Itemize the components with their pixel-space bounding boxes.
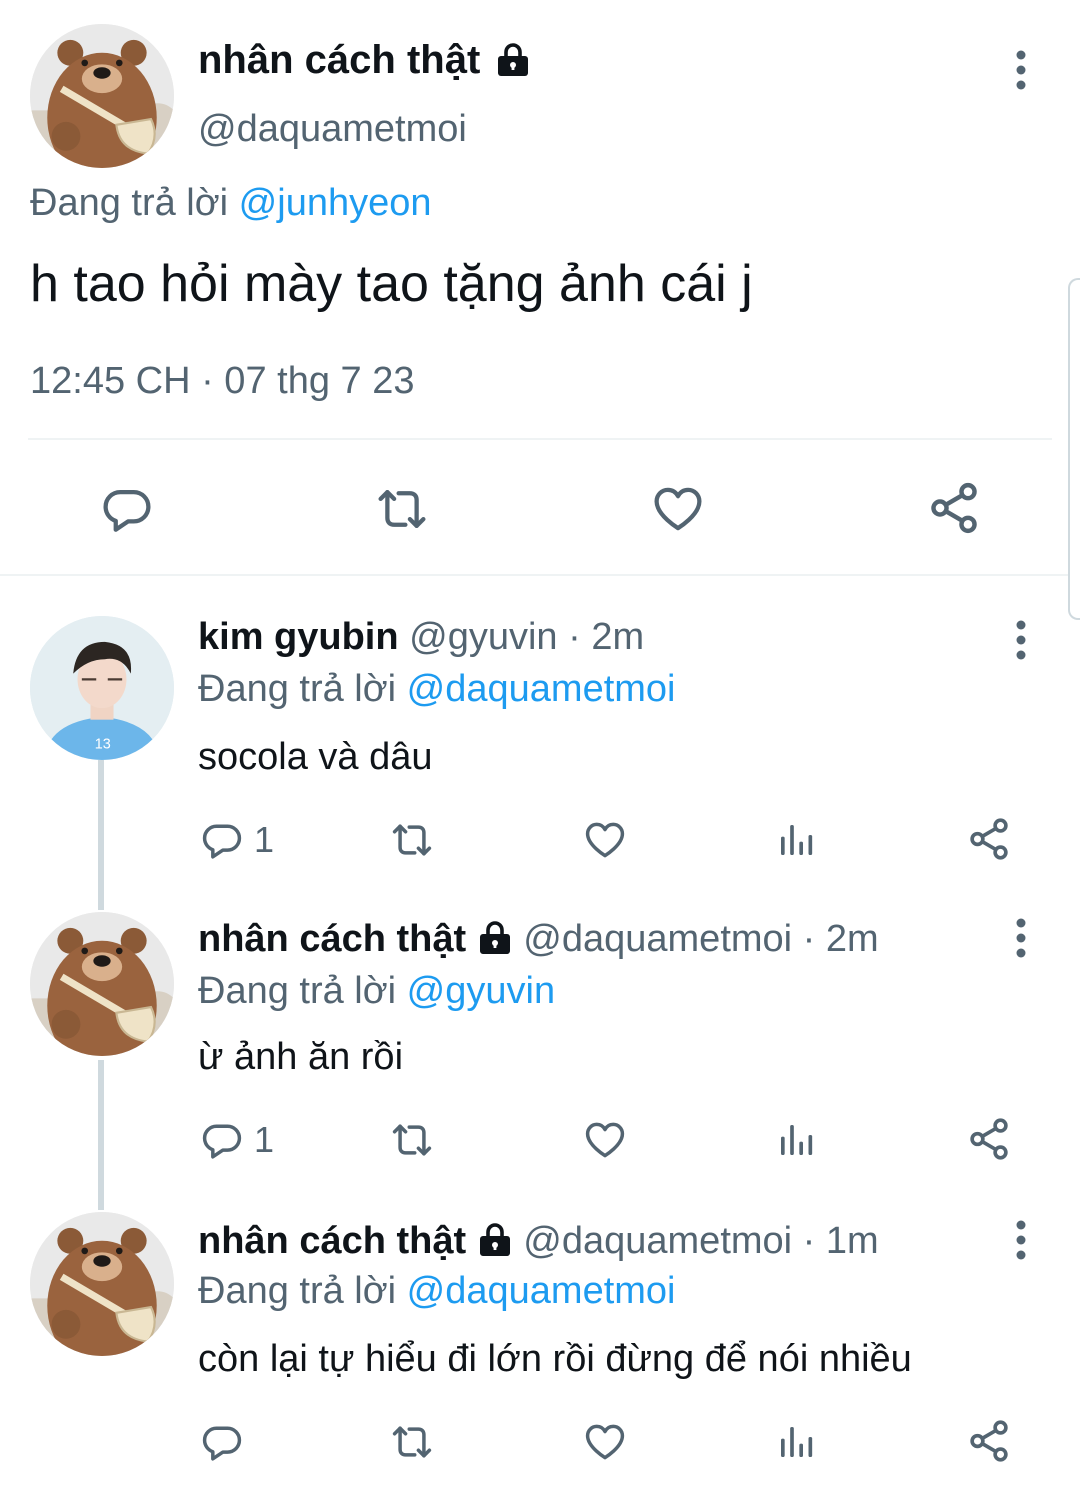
divider bbox=[28, 438, 1052, 440]
display-name[interactable]: nhân cách thật bbox=[198, 38, 480, 82]
views-icon[interactable] bbox=[776, 818, 816, 862]
user-handle[interactable]: @daquametmoi bbox=[198, 108, 467, 151]
views-icon[interactable] bbox=[776, 1420, 816, 1464]
replying-to-line: Đang trả lời @daquametmoi bbox=[198, 1270, 676, 1313]
more-options-icon[interactable] bbox=[1014, 620, 1028, 660]
avatar[interactable] bbox=[30, 1212, 174, 1356]
share-icon[interactable] bbox=[966, 1116, 1012, 1162]
retweet-icon[interactable] bbox=[372, 482, 432, 536]
reply-action[interactable]: 1 bbox=[200, 818, 274, 862]
reply-time[interactable]: · 2m bbox=[568, 616, 644, 658]
lock-icon bbox=[477, 1221, 513, 1257]
retweet-icon[interactable] bbox=[388, 1420, 436, 1464]
reply-author-row[interactable]: kim gyubin @gyuvin · 2m bbox=[198, 616, 644, 659]
display-name[interactable]: nhân cách thật bbox=[198, 918, 466, 960]
tweet-text: còn lại tự hiểu đi lớn rồi đừng để nói n… bbox=[198, 1338, 912, 1380]
replying-to-label: Đang trả lời bbox=[30, 182, 229, 224]
divider bbox=[0, 574, 1080, 576]
lock-icon bbox=[495, 41, 531, 77]
reply-action[interactable]: 1 bbox=[200, 1118, 274, 1162]
share-icon[interactable] bbox=[926, 480, 982, 536]
main-tweet-author-row[interactable]: nhân cách thật bbox=[198, 38, 531, 83]
like-icon[interactable] bbox=[582, 1420, 628, 1464]
retweet-icon[interactable] bbox=[388, 1118, 436, 1162]
avatar[interactable] bbox=[30, 24, 174, 168]
replying-to-line: Đang trả lời @junhyeon bbox=[30, 182, 432, 225]
replying-to-line: Đang trả lời @gyuvin bbox=[198, 970, 555, 1013]
tweet-text: h tao hỏi mày tao tặng ảnh cái j bbox=[30, 255, 753, 313]
reply-action[interactable] bbox=[200, 1420, 254, 1464]
user-handle[interactable]: @daquametmoi bbox=[523, 1220, 792, 1262]
replying-to-handle[interactable]: @daquametmoi bbox=[407, 668, 676, 710]
user-handle[interactable]: @gyuvin bbox=[409, 616, 557, 658]
reply-icon[interactable] bbox=[100, 482, 154, 536]
retweet-icon[interactable] bbox=[388, 818, 436, 862]
reply-count: 1 bbox=[254, 819, 275, 860]
share-icon[interactable] bbox=[966, 1418, 1012, 1464]
reply-icon[interactable] bbox=[200, 818, 244, 862]
avatar[interactable] bbox=[30, 912, 174, 1056]
avatar[interactable] bbox=[30, 616, 174, 760]
tweet-timestamp[interactable]: 12:45 CH · 07 thg 7 23 bbox=[30, 360, 414, 403]
reply-time[interactable]: · 2m bbox=[803, 918, 879, 960]
replying-to-handle[interactable]: @junhyeon bbox=[239, 182, 432, 224]
tweet-text: ừ ảnh ăn rồi bbox=[198, 1036, 404, 1078]
like-icon[interactable] bbox=[650, 482, 706, 536]
more-options-icon[interactable] bbox=[1014, 918, 1028, 958]
replying-to-label: Đang trả lời bbox=[198, 1270, 397, 1312]
reply-count: 1 bbox=[254, 1119, 275, 1160]
more-options-icon[interactable] bbox=[1014, 1220, 1028, 1260]
reply-icon[interactable] bbox=[200, 1118, 244, 1162]
like-icon[interactable] bbox=[582, 1118, 628, 1162]
views-icon[interactable] bbox=[776, 1118, 816, 1162]
replying-to-handle[interactable]: @daquametmoi bbox=[407, 1270, 676, 1312]
tweet-text: socola và dâu bbox=[198, 736, 433, 778]
replying-to-line: Đang trả lời @daquametmoi bbox=[198, 668, 676, 711]
user-handle[interactable]: @daquametmoi bbox=[523, 918, 792, 960]
replying-to-handle[interactable]: @gyuvin bbox=[407, 970, 555, 1012]
reply-author-row[interactable]: nhân cách thật @daquametmoi · 1m bbox=[198, 1220, 879, 1263]
scrollbar[interactable] bbox=[1068, 278, 1080, 620]
replying-to-label: Đang trả lời bbox=[198, 668, 397, 710]
replying-to-label: Đang trả lời bbox=[198, 970, 397, 1012]
thread-connector bbox=[98, 760, 104, 910]
thread-connector bbox=[98, 1060, 104, 1210]
lock-icon bbox=[477, 919, 513, 955]
reply-author-row[interactable]: nhân cách thật @daquametmoi · 2m bbox=[198, 918, 879, 961]
more-options-icon[interactable] bbox=[1014, 50, 1028, 90]
display-name[interactable]: kim gyubin bbox=[198, 616, 399, 658]
reply-time[interactable]: · 1m bbox=[803, 1220, 879, 1262]
like-icon[interactable] bbox=[582, 818, 628, 862]
reply-icon[interactable] bbox=[200, 1420, 244, 1464]
display-name[interactable]: nhân cách thật bbox=[198, 1220, 466, 1262]
share-icon[interactable] bbox=[966, 816, 1012, 862]
